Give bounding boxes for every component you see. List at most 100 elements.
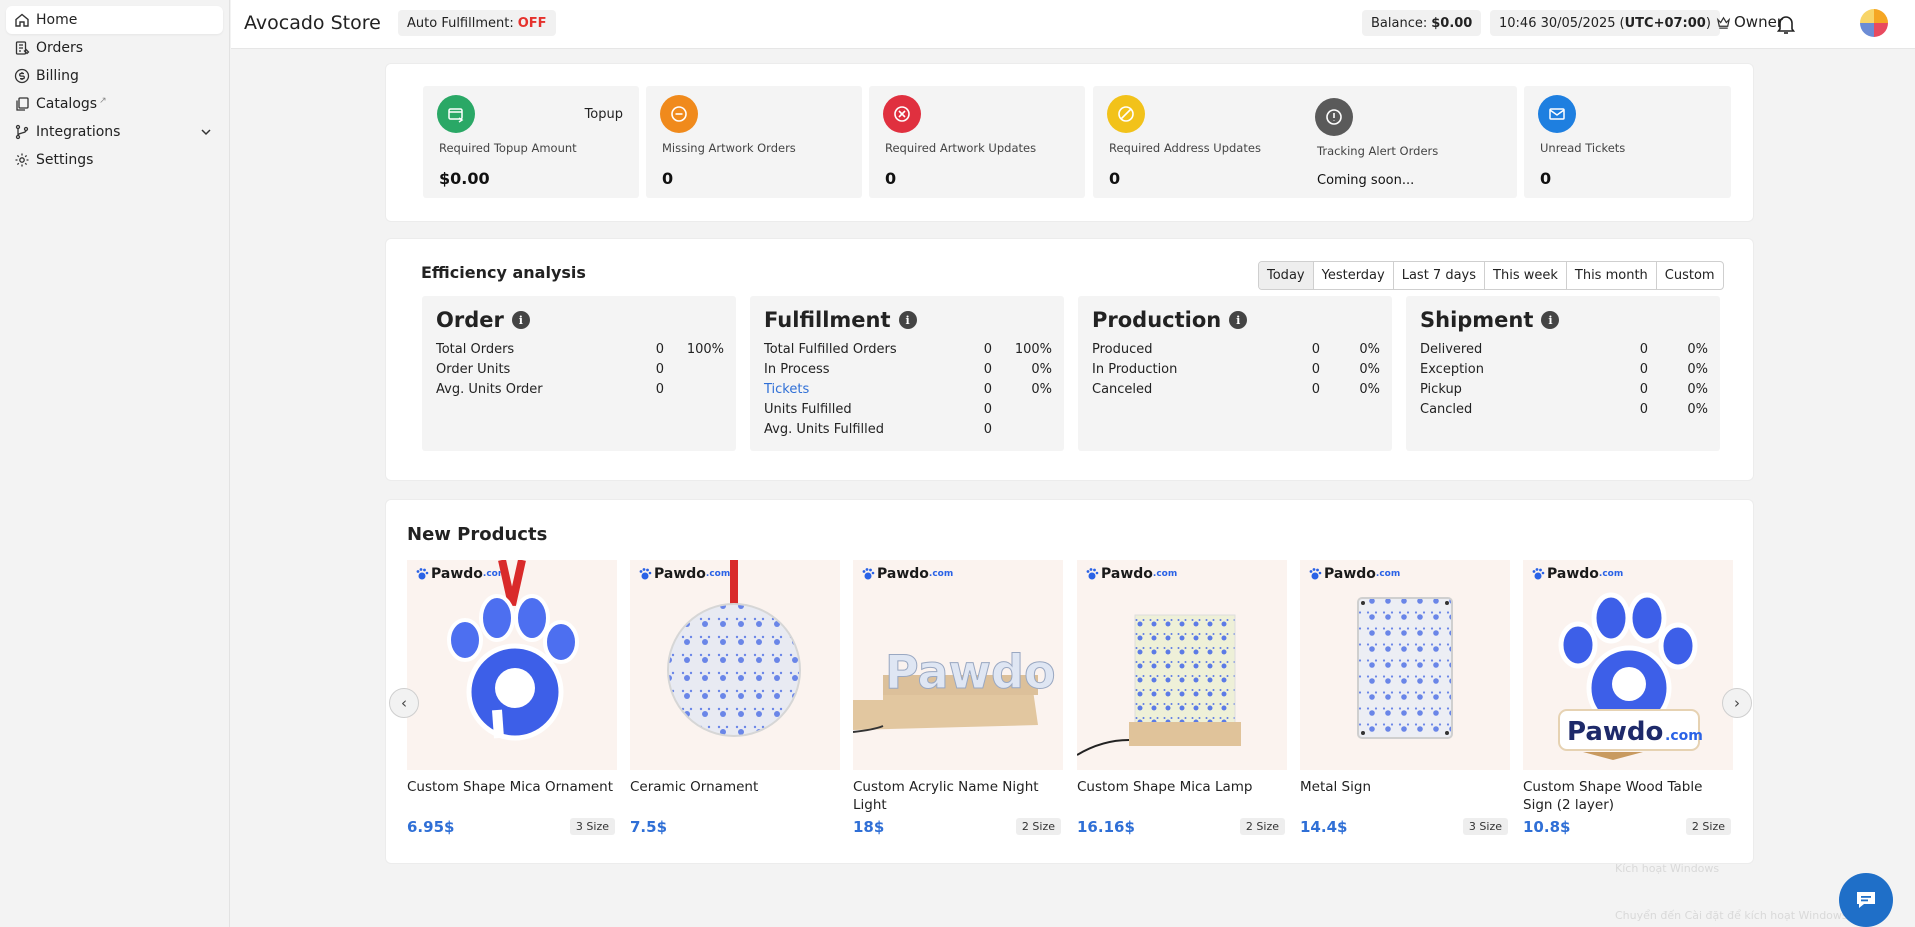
stat-tracking-alert[interactable]: Tracking Alert Orders Coming soon...: [1301, 86, 1517, 198]
panel-title: Shipment i: [1420, 308, 1560, 332]
metric-row: Units Fulfilled 0: [764, 402, 1052, 420]
metric-count: 0: [983, 382, 992, 397]
wallet-icon: [437, 95, 475, 133]
gear-icon: [14, 152, 30, 168]
metric-name: Total Fulfilled Orders: [764, 342, 897, 357]
sidebar-item-settings[interactable]: Settings: [6, 146, 223, 174]
metric-row: Exception 0 0%: [1420, 362, 1708, 380]
bell-icon[interactable]: [1774, 12, 1798, 36]
lamp-illustration: [1077, 614, 1241, 756]
stat-value: 0: [662, 169, 674, 188]
panel-title-text: Order: [436, 308, 504, 332]
avatar[interactable]: [1860, 9, 1888, 37]
range-this-month[interactable]: This month: [1565, 262, 1656, 289]
panel-title-text: Fulfillment: [764, 308, 891, 332]
new-products-card: New Products Pawdo .com Custom Shape Mica…: [385, 499, 1754, 864]
svg-text:.com: .com: [1665, 728, 1703, 744]
metric-count: 0: [1639, 402, 1648, 417]
metric-row: Canceled 0 0%: [1092, 382, 1380, 400]
product-name: Custom Shape Wood Table Sign (2 layer): [1523, 779, 1703, 813]
sidebar-item-label: Billing: [36, 68, 79, 84]
stat-value: Coming soon...: [1317, 173, 1415, 188]
datetime-value: 10:46 30/05/2025: [1499, 15, 1616, 31]
info-icon[interactable]: i: [1541, 311, 1560, 329]
range-last-7-days[interactable]: Last 7 days: [1392, 262, 1484, 289]
production-panel: Production i Produced 0 0% In Production 0 0%…: [1078, 296, 1392, 451]
stat-missing-artwork[interactable]: Missing Artwork Orders 0: [646, 86, 862, 198]
metric-row: In Process 0 0%: [764, 362, 1052, 380]
info-icon[interactable]: i: [511, 311, 530, 329]
range-today[interactable]: Today: [1259, 262, 1313, 289]
sidebar-item-integrations[interactable]: Integrations: [6, 118, 223, 146]
panel-title: Order i: [436, 308, 530, 332]
svg-text:Pawdo: Pawdo: [1567, 717, 1663, 747]
night-light-illustration: Pawdo: [853, 645, 1056, 733]
metric-percent: 100%: [686, 342, 724, 357]
stat-label: Required Address Updates: [1109, 141, 1261, 155]
metric-count: 0: [1311, 362, 1320, 377]
tickets-link[interactable]: Tickets: [764, 382, 809, 397]
product-name: Custom Shape Mica Ornament: [407, 779, 614, 795]
metal-sign-illustration: [1357, 597, 1453, 739]
stat-artwork-updates[interactable]: Required Artwork Updates 0: [869, 86, 1085, 198]
balance-badge[interactable]: Balance: $0.00: [1362, 10, 1482, 36]
sidebar-item-orders[interactable]: Orders: [6, 34, 223, 62]
metric-count: 0: [983, 402, 992, 417]
metric-count: 0: [1311, 342, 1320, 357]
product-card[interactable]: Pawdo .com Metal Sign 14.4$ 3 Size: [1300, 560, 1510, 838]
stat-topup[interactable]: Topup Required Topup Amount $0.00: [423, 86, 639, 198]
branch-icon: [14, 124, 30, 140]
stat-value: 0: [1109, 169, 1121, 188]
metric-count: 0: [1311, 382, 1320, 397]
product-card[interactable]: Pawdo .com Custom Shape Mica Lamp 16.16$ 2…: [1077, 560, 1287, 838]
metric-row: Cancled 0 0%: [1420, 402, 1708, 420]
product-image: Pawdo .com: [407, 560, 617, 770]
sidebar-item-billing[interactable]: Billing: [6, 62, 223, 90]
product-card[interactable]: Pawdo .com Pawdo Custom Acrylic Name Nigh…: [853, 560, 1063, 838]
product-image: Pawdo .com: [630, 560, 840, 770]
auto-fulfillment-toggle[interactable]: Auto Fulfillment: OFF: [398, 10, 556, 36]
metric-row: Total Fulfilled Orders 0 100%: [764, 342, 1052, 360]
stat-address-updates[interactable]: Required Address Updates 0: [1093, 86, 1309, 198]
info-icon[interactable]: i: [898, 311, 917, 329]
metric-count: 0: [655, 362, 664, 377]
metric-row: Produced 0 0%: [1092, 342, 1380, 360]
efficiency-card: Efficiency analysis Today Yesterday Last…: [385, 238, 1754, 481]
product-card[interactable]: Pawdo .com Pawdo .com Custom Shape Wood T…: [1523, 560, 1733, 838]
metric-name: Avg. Units Fulfilled: [764, 422, 884, 437]
timezone-close: ): [1705, 15, 1711, 31]
dollar-icon: [14, 68, 30, 84]
panel-title-text: Production: [1092, 308, 1222, 332]
metric-name: In Process: [764, 362, 830, 377]
product-price: 14.4$: [1300, 818, 1348, 836]
orders-icon: [14, 40, 30, 56]
carousel-next-button[interactable]: ›: [1722, 688, 1752, 718]
metric-count: 0: [983, 342, 992, 357]
product-price: 18$: [853, 818, 885, 836]
owner-menu[interactable]: Owner: [1716, 13, 1783, 31]
metric-percent: 0%: [1031, 362, 1052, 377]
product-card[interactable]: Pawdo .com Ceramic Ornament 7.5$: [630, 560, 840, 838]
product-image: Pawdo .com: [1300, 560, 1510, 770]
sidebar-item-catalogs[interactable]: Catalogs ↗: [6, 90, 223, 118]
product-card[interactable]: Pawdo .com Custom Shape Mica Ornament 6.9…: [407, 560, 617, 838]
range-yesterday[interactable]: Yesterday: [1312, 262, 1393, 289]
sidebar-item-home[interactable]: Home: [6, 6, 223, 34]
carousel-prev-button[interactable]: ‹: [389, 688, 419, 718]
metric-count: 0: [655, 342, 664, 357]
fulfillment-panel: Fulfillment i Total Fulfilled Orders 0 100%…: [750, 296, 1064, 451]
chevron-down-icon: [201, 129, 211, 136]
topup-button[interactable]: Topup: [585, 107, 623, 122]
auto-fulfillment-label: Auto Fulfillment:: [407, 15, 514, 31]
sidebar: Home Orders Billing Catalogs ↗ Integrati…: [0, 0, 230, 927]
crown-icon: [1716, 16, 1731, 29]
range-this-week[interactable]: This week: [1484, 262, 1566, 289]
metric-percent: 0%: [1359, 342, 1380, 357]
chat-button[interactable]: [1839, 873, 1893, 927]
info-icon[interactable]: i: [1229, 311, 1248, 329]
product-image: Pawdo .com Pawdo: [853, 560, 1063, 770]
mail-icon: [1538, 95, 1576, 133]
range-custom[interactable]: Custom: [1655, 262, 1723, 289]
metric-percent: 0%: [1031, 382, 1052, 397]
stat-unread-tickets[interactable]: Unread Tickets 0: [1524, 86, 1731, 198]
